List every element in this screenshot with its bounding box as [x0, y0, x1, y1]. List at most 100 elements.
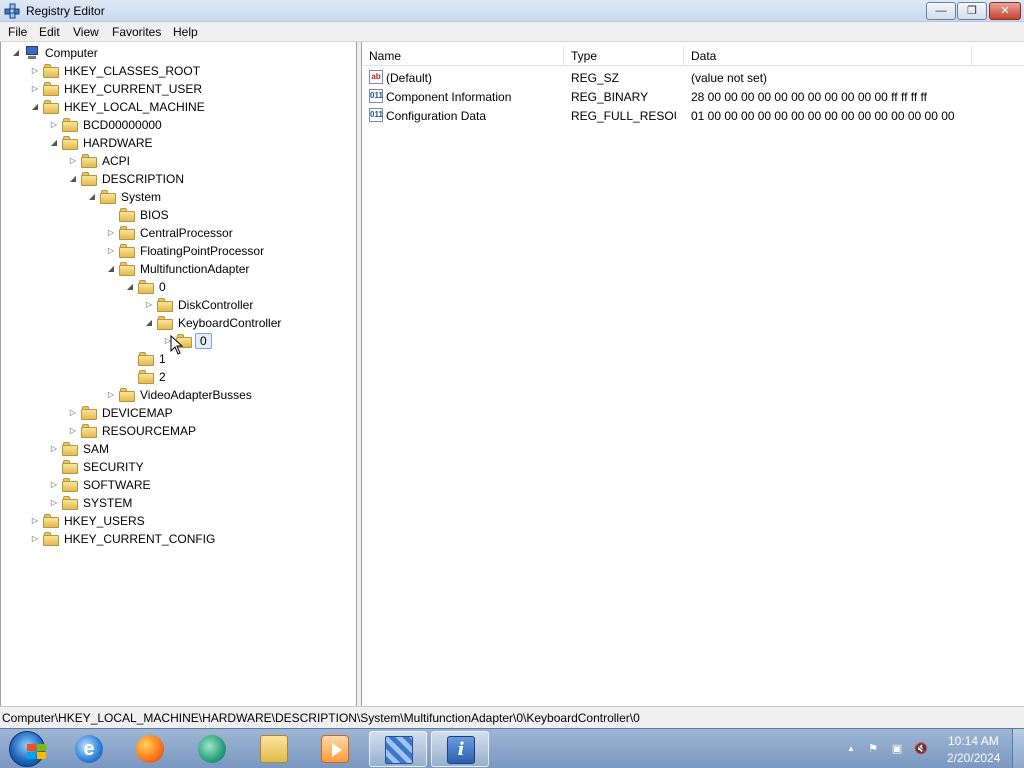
tree-expander-icon[interactable]: ◢ [144, 317, 154, 329]
tree-node-computer[interactable]: ◢ Computer [1, 44, 356, 62]
tree-node-label: SAM [83, 442, 110, 456]
close-button[interactable]: ✕ [989, 2, 1021, 20]
tree-expander-icon[interactable]: ◢ [49, 137, 59, 149]
tree-expander-icon[interactable]: ◢ [87, 191, 97, 203]
tree-expander-icon[interactable]: ▷ [68, 425, 78, 437]
computer-icon [24, 46, 40, 60]
value-row[interactable]: 011 Configuration Data REG_FULL_RESOU...… [362, 106, 1024, 125]
values-list[interactable]: Name Type Data ab (Default) REG_SZ (valu… [361, 42, 1024, 706]
tree-node-adapter-0[interactable]: ◢ 0 [1, 278, 356, 296]
start-button[interactable] [9, 731, 47, 767]
tree-expander-icon[interactable]: ◢ [11, 47, 21, 59]
value-row[interactable]: ab (Default) REG_SZ (value not set) [362, 68, 1024, 87]
folder-icon [43, 82, 59, 96]
value-row[interactable]: 011 Component Information REG_BINARY 28 … [362, 87, 1024, 106]
action-center-flag-icon[interactable]: ⚑ [866, 742, 880, 756]
tree-node-description[interactable]: ◢ DESCRIPTION [1, 170, 356, 188]
tree-node-label: BCD00000000 [83, 118, 162, 132]
tree-node-acpi[interactable]: ▷ ACPI [1, 152, 356, 170]
tree-node-hkey-local-machine[interactable]: ◢ HKEY_LOCAL_MACHINE [1, 98, 356, 116]
tree-expander-icon[interactable]: ▷ [106, 227, 116, 239]
tree-node-keyboard-controller[interactable]: ◢ KeyboardController [1, 314, 356, 332]
menu-edit[interactable]: Edit [39, 25, 60, 39]
folder-icon [138, 370, 154, 384]
tree-node-label: DEVICEMAP [102, 406, 173, 420]
tree-expander-icon[interactable] [125, 371, 135, 383]
tree-node-system[interactable]: ◢ System [1, 188, 356, 206]
column-header-name[interactable]: Name [362, 46, 564, 66]
tree-expander-icon[interactable]: ◢ [106, 263, 116, 275]
tree-expander-icon[interactable]: ▷ [30, 65, 40, 77]
maximize-button[interactable]: ❐ [957, 2, 987, 20]
status-bar: Computer\HKEY_LOCAL_MACHINE\HARDWARE\DES… [0, 706, 1024, 728]
taskbar-internet-explorer[interactable]: e [60, 731, 118, 767]
taskbar-registry-editor[interactable] [369, 731, 427, 767]
tree-node-hkey-current-config[interactable]: ▷ HKEY_CURRENT_CONFIG [1, 530, 356, 548]
tree-expander-icon[interactable]: ▷ [30, 533, 40, 545]
clock-date[interactable]: 2/20/2024 [947, 751, 1000, 765]
tree-expander-icon[interactable]: ▷ [144, 299, 154, 311]
tree-node-central-processor[interactable]: ▷ CentralProcessor [1, 224, 356, 242]
folder-icon [119, 208, 135, 222]
tree-node-hkey-current-user[interactable]: ▷ HKEY_CURRENT_USER [1, 80, 356, 98]
taskbar-system-info[interactable]: i [431, 731, 489, 767]
column-header-type[interactable]: Type [564, 46, 684, 66]
tree-node-security[interactable]: SECURITY [1, 458, 356, 476]
registry-tree[interactable]: ◢ Computer ▷ HKEY_CLASSES_ROOT ▷ HKEY_CURRENT… [0, 42, 357, 706]
tree-node-multifunction-adapter[interactable]: ◢ MultifunctionAdapter [1, 260, 356, 278]
windows-logo-icon [27, 744, 47, 760]
tree-expander-icon[interactable]: ▷ [49, 479, 59, 491]
show-desktop-button[interactable] [1012, 729, 1024, 768]
tree-expander-icon[interactable]: ◢ [68, 173, 78, 185]
taskbar-meet[interactable] [183, 731, 241, 767]
tree-node-resourcemap[interactable]: ▷ RESOURCEMAP [1, 422, 356, 440]
tree-expander-icon[interactable] [125, 353, 135, 365]
taskbar-firefox[interactable] [121, 731, 179, 767]
tree-node-bios[interactable]: BIOS [1, 206, 356, 224]
show-hidden-icons-arrow-icon[interactable]: ▲ [844, 742, 858, 756]
tree-node-video-adapter-busses[interactable]: ▷ VideoAdapterBusses [1, 386, 356, 404]
column-header-data[interactable]: Data [684, 46, 972, 66]
menu-view[interactable]: View [73, 25, 99, 39]
tree-node-hkey-users[interactable]: ▷ HKEY_USERS [1, 512, 356, 530]
tree-node-hardware[interactable]: ◢ HARDWARE [1, 134, 356, 152]
tree-expander-icon[interactable]: ▷ [49, 497, 59, 509]
tree-expander-icon[interactable]: ◢ [30, 101, 40, 113]
folder-icon [43, 100, 59, 114]
clock-time[interactable]: 10:14 AM [948, 734, 999, 748]
menu-favorites[interactable]: Favorites [112, 25, 161, 39]
tree-expander-icon[interactable]: ▷ [49, 119, 59, 131]
volume-muted-icon[interactable]: 🔇 [914, 742, 928, 756]
tree-expander-icon[interactable]: ▷ [106, 245, 116, 257]
tree-node-hkey-classes-root[interactable]: ▷ HKEY_CLASSES_ROOT [1, 62, 356, 80]
tree-expander-icon[interactable] [49, 461, 59, 473]
tree-expander-icon[interactable]: ▷ [30, 515, 40, 527]
tree-expander-icon[interactable] [106, 209, 116, 221]
tree-node-devicemap[interactable]: ▷ DEVICEMAP [1, 404, 356, 422]
tree-expander-icon[interactable]: ▷ [49, 443, 59, 455]
folder-icon [157, 316, 173, 330]
taskbar: e i ▲ ⚑ ▣ 🔇 10:14 AM 2/20/2024 [0, 728, 1024, 768]
tree-node-floating-point-processor[interactable]: ▷ FloatingPointProcessor [1, 242, 356, 260]
taskbar-explorer[interactable] [245, 731, 303, 767]
tree-node-bcd00000000[interactable]: ▷ BCD00000000 [1, 116, 356, 134]
tree-expander-icon[interactable]: ◢ [125, 281, 135, 293]
tree-node-disk-controller[interactable]: ▷ DiskController [1, 296, 356, 314]
tree-node-adapter-2[interactable]: 2 [1, 368, 356, 386]
tree-expander-icon[interactable]: ▷ [30, 83, 40, 95]
tree-node-sam[interactable]: ▷ SAM [1, 440, 356, 458]
folder-icon [138, 280, 154, 294]
tree-node-software[interactable]: ▷ SOFTWARE [1, 476, 356, 494]
network-icon[interactable]: ▣ [890, 742, 904, 756]
tree-expander-icon[interactable]: ▷ [106, 389, 116, 401]
tree-expander-icon[interactable]: ▷ [68, 407, 78, 419]
minimize-button[interactable]: — [926, 2, 956, 20]
value-name: Component Information [386, 90, 512, 104]
menu-help[interactable]: Help [173, 25, 198, 39]
menu-file[interactable]: File [8, 25, 27, 39]
tree-node-system-hive[interactable]: ▷ SYSTEM [1, 494, 356, 512]
folder-explorer-icon [260, 735, 288, 763]
tree-expander-icon[interactable]: ▷ [68, 155, 78, 167]
tree-node-label: SECURITY [83, 460, 144, 474]
taskbar-media-player[interactable] [306, 731, 364, 767]
